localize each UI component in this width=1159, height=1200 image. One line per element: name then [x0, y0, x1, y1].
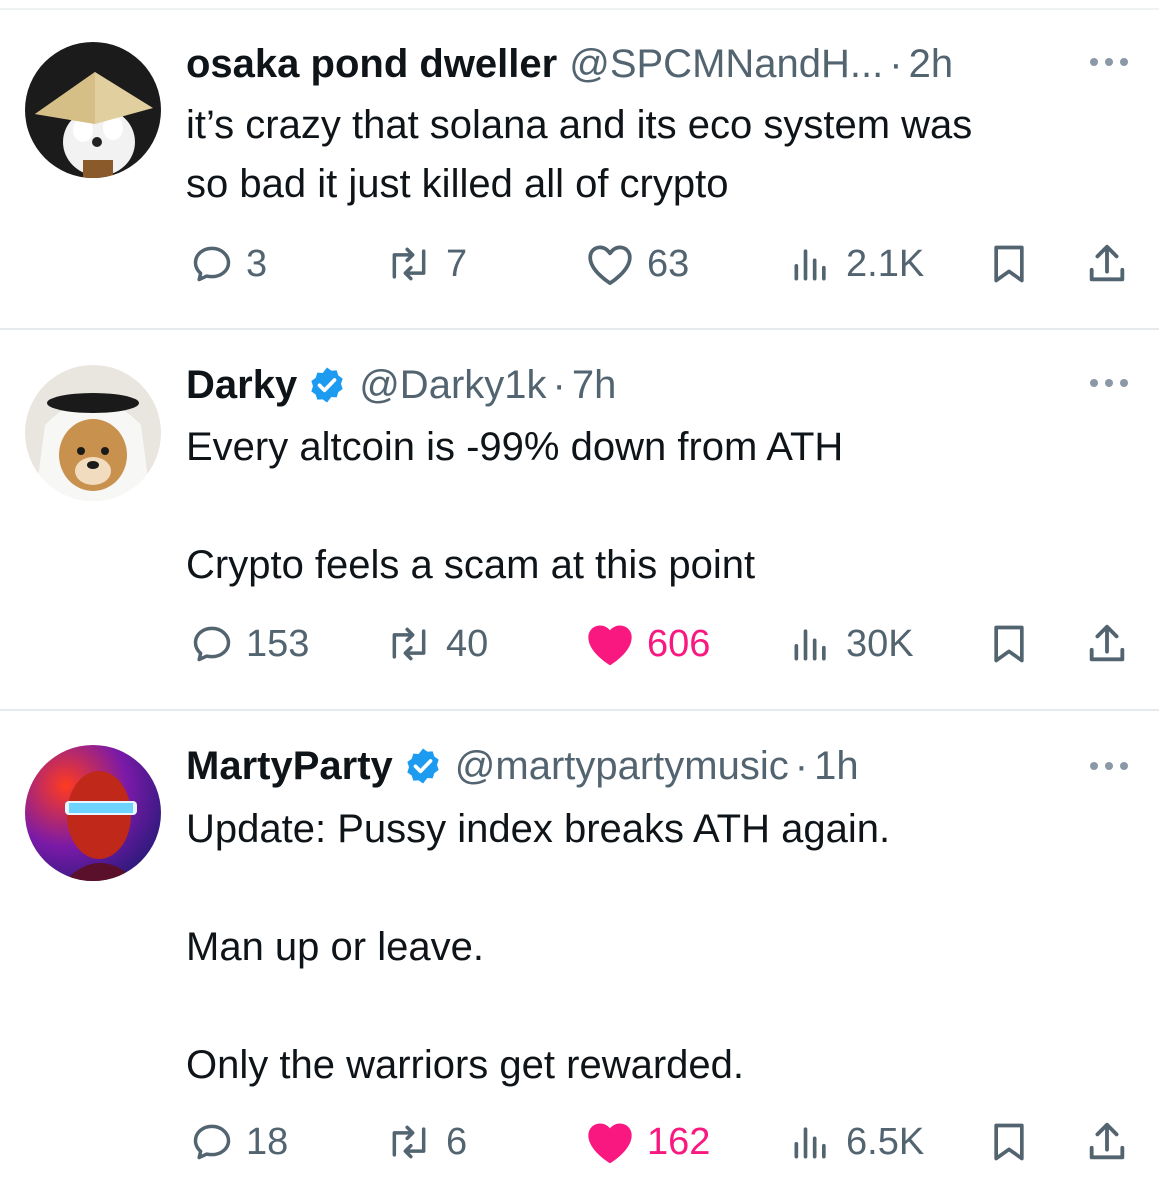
- bookmark-icon: [994, 625, 1024, 663]
- repost-button[interactable]: 6: [384, 1116, 467, 1168]
- repost-arrows-icon: [392, 247, 426, 281]
- verified-badge: [403, 746, 443, 786]
- reply-count: 153: [246, 623, 310, 665]
- view-count: 2.1K: [846, 243, 925, 285]
- top-divider: [0, 8, 1159, 10]
- tweet-header: osaka pond dweller @SPCMNandH... · 2h: [186, 39, 953, 89]
- repost-button[interactable]: 7: [384, 238, 467, 290]
- avatar-darky-dog: [25, 365, 161, 501]
- display-name[interactable]: osaka pond dweller: [186, 39, 557, 89]
- tweet-header: MartyParty @martypartymusic · 1h: [186, 741, 859, 791]
- heart-icon: [588, 245, 632, 286]
- like-count: 162: [647, 1121, 711, 1163]
- verified-badge: [307, 365, 347, 405]
- heart-icon: [588, 1123, 632, 1164]
- more-options-button[interactable]: [1086, 756, 1132, 776]
- like-button[interactable]: 606: [585, 618, 710, 670]
- share-upload-icon: [1089, 244, 1125, 282]
- share-upload-icon: [1089, 624, 1125, 662]
- repost-arrows-icon: [392, 1125, 426, 1159]
- avatar[interactable]: [25, 745, 161, 881]
- timeline-feed: osaka pond dweller @SPCMNandH... · 2h it…: [0, 0, 1159, 1200]
- tweet-divider: [0, 709, 1159, 711]
- tweet-text: Every altcoin is -99% down from ATH Cryp…: [186, 418, 1126, 595]
- views-button[interactable]: 6.5K: [788, 1116, 924, 1168]
- tweet-actions: 3 7 63 2.1K: [0, 238, 1159, 290]
- tweet-text: it’s crazy that solana and its eco syste…: [186, 96, 1126, 214]
- repost-arrows-icon: [392, 627, 426, 661]
- tweet-actions: 18 6 162 6.5K: [0, 1116, 1159, 1168]
- more-dots-icon: [1090, 58, 1128, 66]
- timestamp[interactable]: 7h: [572, 360, 617, 410]
- timestamp[interactable]: 1h: [814, 741, 859, 791]
- bookmark-icon: [994, 245, 1024, 283]
- user-handle[interactable]: @martypartymusic: [455, 741, 789, 791]
- avatar-osaka-pond-dweller: [25, 42, 161, 178]
- repost-count: 6: [446, 1121, 468, 1163]
- user-handle[interactable]: @Darky1k: [359, 360, 546, 410]
- tweet-text-line: Only the warriors get rewarded.: [186, 1043, 745, 1087]
- repost-count: 7: [446, 243, 468, 285]
- tweet-actions: 153 40 606 30K: [0, 618, 1159, 670]
- share-button[interactable]: [1084, 618, 1130, 670]
- verified-badge-icon: [407, 748, 439, 784]
- tweet-text-blank-line: [186, 477, 1126, 536]
- bookmark-icon: [994, 1123, 1024, 1161]
- like-button[interactable]: 162: [585, 1116, 710, 1168]
- tweet-text-line: Crypto feels a scam at this point: [186, 543, 756, 587]
- tweet-text-blank-line: [186, 859, 1126, 918]
- bar-chart-icon: [794, 629, 826, 661]
- reply-button[interactable]: 153: [190, 618, 309, 670]
- separator-dot: ·: [552, 363, 566, 407]
- separator-dot: ·: [889, 42, 903, 86]
- more-dots-icon: [1090, 762, 1128, 770]
- timestamp[interactable]: 2h: [909, 39, 954, 89]
- like-button[interactable]: 63: [585, 238, 689, 290]
- more-options-button[interactable]: [1086, 373, 1132, 393]
- bookmark-button[interactable]: [988, 618, 1030, 670]
- speech-bubble-icon: [193, 246, 231, 282]
- tweet-text-line: it’s crazy that solana and its eco syste…: [186, 103, 973, 147]
- bar-chart-icon: [794, 1127, 826, 1159]
- display-name[interactable]: MartyParty: [186, 741, 393, 791]
- view-count: 30K: [846, 623, 914, 665]
- repost-button[interactable]: 40: [384, 618, 488, 670]
- share-button[interactable]: [1084, 1116, 1130, 1168]
- avatar[interactable]: [25, 42, 161, 178]
- like-count: 63: [647, 243, 690, 285]
- like-count: 606: [647, 623, 711, 665]
- tweet-text-line: Every altcoin is -99% down from ATH: [186, 425, 844, 469]
- tweet-text-line: Man up or leave.: [186, 925, 484, 969]
- more-dots-icon: [1090, 379, 1128, 387]
- share-upload-icon: [1089, 1122, 1125, 1160]
- reply-count: 3: [246, 243, 268, 285]
- tweet-text-line: Update: Pussy index breaks ATH again.: [186, 807, 891, 851]
- heart-icon: [588, 625, 632, 666]
- tweet-text-blank-line: [186, 977, 1126, 1036]
- view-count: 6.5K: [846, 1121, 925, 1163]
- tweet-text: Update: Pussy index breaks ATH again. Ma…: [186, 800, 1126, 1095]
- tweet-header: Darky @Darky1k · 7h: [186, 360, 616, 410]
- user-handle[interactable]: @SPCMNandH...: [569, 39, 883, 89]
- repost-count: 40: [446, 623, 489, 665]
- avatar-martyparty: [25, 745, 161, 881]
- reply-count: 18: [246, 1121, 289, 1163]
- reply-button[interactable]: 18: [190, 1116, 288, 1168]
- display-name[interactable]: Darky: [186, 360, 297, 410]
- views-button[interactable]: 30K: [788, 618, 914, 670]
- share-button[interactable]: [1084, 238, 1130, 290]
- tweet-divider: [0, 328, 1159, 330]
- bar-chart-icon: [794, 249, 826, 281]
- avatar[interactable]: [25, 365, 161, 501]
- tweet-text-line: so bad it just killed all of crypto: [186, 162, 729, 206]
- reply-button[interactable]: 3: [190, 238, 267, 290]
- speech-bubble-icon: [193, 626, 231, 662]
- verified-badge-icon: [311, 367, 343, 403]
- more-options-button[interactable]: [1086, 52, 1132, 72]
- views-button[interactable]: 2.1K: [788, 238, 924, 290]
- bookmark-button[interactable]: [988, 238, 1030, 290]
- bookmark-button[interactable]: [988, 1116, 1030, 1168]
- speech-bubble-icon: [193, 1124, 231, 1160]
- separator-dot: ·: [794, 744, 809, 788]
